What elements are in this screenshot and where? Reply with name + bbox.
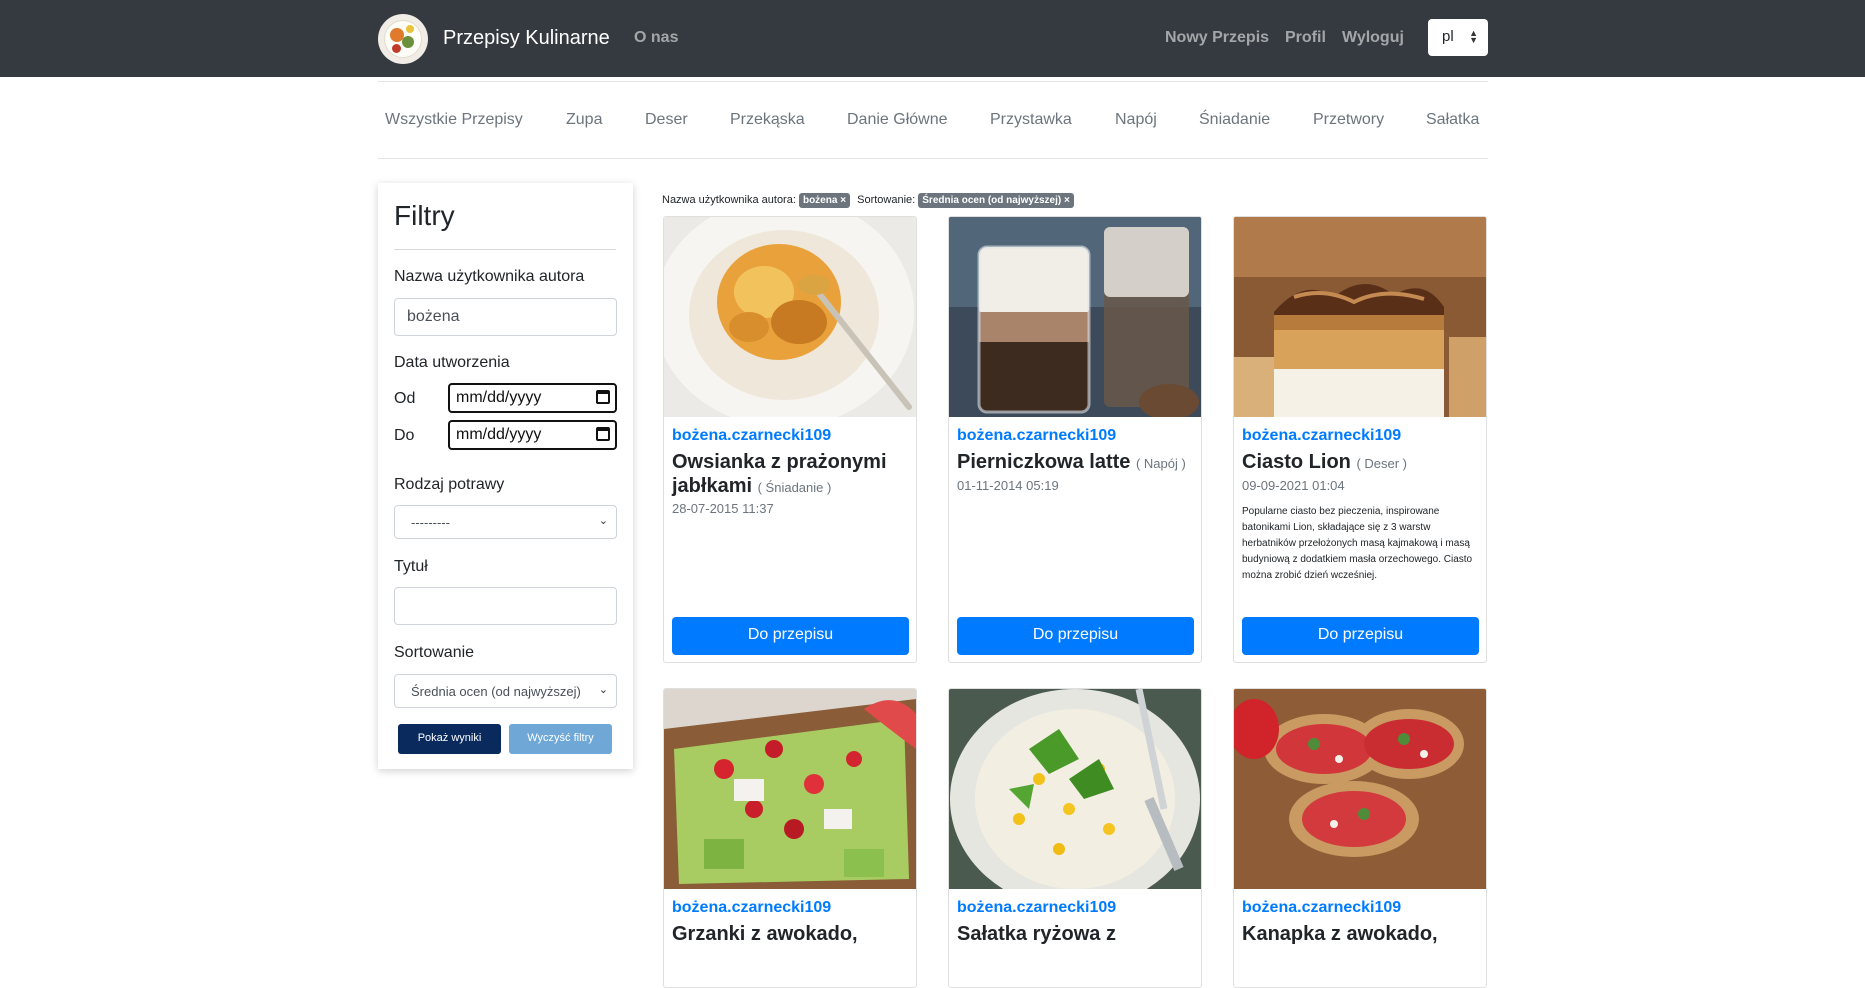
- date-from-label: Od: [394, 390, 416, 407]
- profile-link[interactable]: Profil: [1285, 29, 1326, 47]
- divider: [394, 249, 616, 250]
- date-label: Data utworzenia: [394, 354, 510, 371]
- recipe-title-text: Ciasto Lion: [1242, 451, 1351, 473]
- language-select[interactable]: pl ▲ ▼: [1428, 19, 1488, 56]
- dish-type-select[interactable]: --------- ⌄: [394, 505, 617, 539]
- category-main-dish[interactable]: Danie Główne: [847, 111, 948, 129]
- go-to-recipe-button[interactable]: Do przepisu: [957, 617, 1194, 655]
- sort-value: Średnia ocen (od najwyższej): [411, 684, 581, 699]
- chevron-down-icon: ⌄: [598, 684, 608, 696]
- recipe-date: 09-09-2021 01:04: [1242, 478, 1345, 493]
- recipe-category: ( Napój ): [1135, 456, 1186, 471]
- recipe-title[interactable]: Grzanki z awokado,: [672, 922, 908, 946]
- recipe-title[interactable]: Pierniczkowa latte ( Napój ): [957, 450, 1193, 476]
- about-link[interactable]: O nas: [634, 29, 678, 47]
- recipe-card: bożena.czarnecki109 Kanapka z awokado,: [1233, 688, 1487, 988]
- recipe-author-link[interactable]: bożena.czarnecki109: [957, 427, 1116, 445]
- category-dessert[interactable]: Deser: [645, 111, 688, 129]
- dish-type-value: ---------: [411, 515, 450, 530]
- active-filters-bar: Nazwa użytkownika autora: bożena × Sorto…: [662, 193, 1078, 208]
- date-from-input[interactable]: mm/dd/yyyy: [448, 383, 617, 413]
- recipe-card: bożena.czarnecki109 Sałatka ryżowa z: [948, 688, 1202, 988]
- active-author-badge[interactable]: bożena ×: [798, 193, 851, 208]
- category-snack[interactable]: Przekąska: [730, 111, 805, 129]
- sort-select[interactable]: Średnia ocen (od najwyższej) ⌄: [394, 674, 617, 708]
- calendar-icon[interactable]: [596, 390, 610, 404]
- date-to-input[interactable]: mm/dd/yyyy: [448, 420, 617, 450]
- date-to-label: Do: [394, 427, 415, 444]
- avocado-toast-image[interactable]: [664, 689, 916, 889]
- active-author-label: Nazwa użytkownika autora:: [662, 194, 796, 206]
- calendar-icon[interactable]: [596, 427, 610, 441]
- select-caret-icon: ▲ ▼: [1469, 28, 1478, 45]
- category-salad[interactable]: Sałatka: [1426, 111, 1479, 129]
- date-from-placeholder: mm/dd/yyyy: [456, 389, 542, 406]
- logo-icon[interactable]: [378, 14, 428, 64]
- recipe-card: bożena.czarnecki109 Grzanki z awokado,: [663, 688, 917, 988]
- recipe-description: Popularne ciasto bez pieczenia, inspirow…: [1242, 506, 1473, 581]
- go-to-recipe-button[interactable]: Do przepisu: [1242, 617, 1479, 655]
- language-value: pl: [1442, 28, 1454, 45]
- recipe-date: 01-11-2014 05:19: [957, 478, 1059, 493]
- clear-filters-button[interactable]: Wyczyść filtry: [509, 724, 612, 754]
- category-breakfast[interactable]: Śniadanie: [1199, 111, 1270, 129]
- recipe-author-link[interactable]: bożena.czarnecki109: [672, 899, 831, 917]
- recipe-author-link[interactable]: bożena.czarnecki109: [672, 427, 831, 445]
- go-to-recipe-button[interactable]: Do przepisu: [672, 617, 909, 655]
- latte-image[interactable]: [949, 217, 1201, 417]
- recipe-title[interactable]: Sałatka ryżowa z: [957, 922, 1193, 946]
- rice-salad-image[interactable]: [949, 689, 1201, 889]
- filters-panel: Filtry Nazwa użytkownika autora bożena D…: [378, 183, 633, 769]
- recipe-title-text: Pierniczkowa latte: [957, 451, 1131, 473]
- logout-link[interactable]: Wyloguj: [1342, 29, 1404, 47]
- recipe-author-link[interactable]: bożena.czarnecki109: [1242, 427, 1401, 445]
- category-soup[interactable]: Zupa: [566, 111, 602, 129]
- top-navbar: Przepisy Kulinarne O nas Nowy Przepis Pr…: [0, 0, 1865, 77]
- active-sort-label: Sortowanie:: [857, 194, 916, 206]
- active-sort-badge[interactable]: Średnia ocen (od najwyższej) ×: [918, 193, 1074, 208]
- category-appetizer[interactable]: Przystawka: [990, 111, 1072, 129]
- author-input[interactable]: bożena: [394, 298, 617, 336]
- recipe-title[interactable]: Owsianka z prażonymi jabłkami ( Śniadani…: [672, 450, 908, 500]
- sort-label: Sortowanie: [394, 644, 475, 661]
- divider: [378, 158, 1488, 159]
- category-all[interactable]: Wszystkie Przepisy: [385, 111, 523, 129]
- category-preserves[interactable]: Przetwory: [1313, 111, 1384, 129]
- oatmeal-image[interactable]: [664, 217, 916, 417]
- filters-title: Filtry: [394, 200, 455, 231]
- author-label: Nazwa użytkownika autora: [394, 268, 585, 285]
- recipe-author-link[interactable]: bożena.czarnecki109: [1242, 899, 1401, 917]
- brand-link[interactable]: Przepisy Kulinarne: [443, 27, 610, 50]
- recipe-card: bożena.czarnecki109 Pierniczkowa latte (…: [948, 216, 1202, 663]
- divider: [378, 81, 1488, 82]
- title-label: Tytuł: [394, 558, 428, 575]
- title-input[interactable]: [394, 587, 617, 625]
- date-to-placeholder: mm/dd/yyyy: [456, 426, 542, 443]
- show-results-button[interactable]: Pokaż wyniki: [398, 724, 501, 754]
- recipe-date: 28-07-2015 11:37: [672, 501, 774, 516]
- recipe-card: bożena.czarnecki109 Owsianka z prażonymi…: [663, 216, 917, 663]
- recipe-title[interactable]: Kanapka z awokado,: [1242, 922, 1478, 946]
- category-drink[interactable]: Napój: [1115, 111, 1157, 129]
- chevron-down-icon: ⌄: [598, 515, 608, 527]
- recipe-author-link[interactable]: bożena.czarnecki109: [957, 899, 1116, 917]
- recipe-title[interactable]: Ciasto Lion ( Deser ): [1242, 450, 1478, 476]
- cake-image[interactable]: [1234, 217, 1486, 417]
- recipe-card: bożena.czarnecki109 Ciasto Lion ( Deser …: [1233, 216, 1487, 663]
- recipe-category: ( Śniadanie ): [757, 480, 832, 495]
- new-recipe-link[interactable]: Nowy Przepis: [1165, 29, 1269, 47]
- sandwich-image[interactable]: [1234, 689, 1486, 889]
- recipe-category: ( Deser ): [1356, 456, 1408, 471]
- dish-type-label: Rodzaj potrawy: [394, 476, 505, 493]
